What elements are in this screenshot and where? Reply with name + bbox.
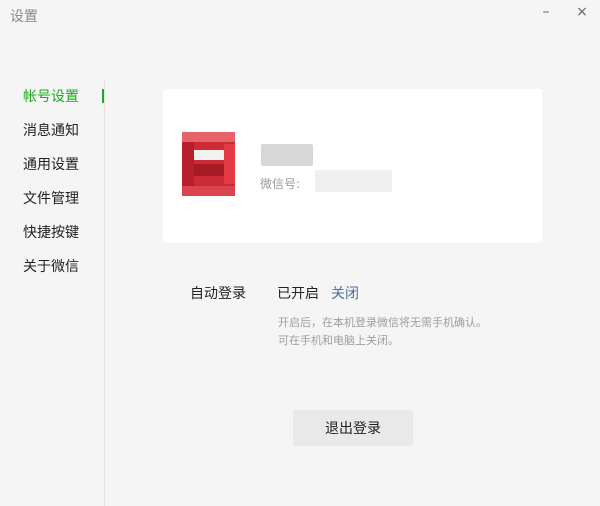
sidebar-item-general[interactable]: 通用设置 bbox=[23, 153, 79, 177]
auto-login-description: 开启后，在本机登录微信将无需手机确认。 可在手机和电脑上关闭。 bbox=[278, 314, 538, 350]
wechat-id-label: 微信号: bbox=[260, 177, 301, 191]
account-card: 微信号: bbox=[163, 89, 542, 243]
logout-button[interactable]: 退出登录 bbox=[293, 410, 413, 446]
sidebar-item-account[interactable]: 帐号设置 bbox=[23, 85, 79, 109]
close-button[interactable]: × bbox=[572, 2, 592, 22]
auto-login-status: 已开启 bbox=[277, 286, 319, 302]
avatar-blur-block bbox=[182, 142, 194, 186]
auto-login-label: 自动登录 bbox=[190, 286, 246, 302]
avatar[interactable] bbox=[182, 132, 235, 196]
auto-login-close-link[interactable]: 关闭 bbox=[331, 283, 359, 303]
avatar-blur-block bbox=[194, 164, 224, 176]
avatar-blur-block bbox=[194, 150, 224, 160]
wechat-id-blurred bbox=[315, 170, 392, 192]
window-title: 设置 bbox=[10, 9, 38, 25]
nickname-blurred bbox=[261, 144, 313, 166]
minimize-button[interactable]: – bbox=[536, 2, 556, 22]
sidebar-item-about[interactable]: 关于微信 bbox=[23, 255, 79, 279]
sidebar-active-marker bbox=[102, 89, 104, 103]
auto-login-description-line: 开启后，在本机登录微信将无需手机确认。 bbox=[278, 316, 487, 329]
sidebar-divider bbox=[104, 80, 105, 506]
sidebar bbox=[0, 80, 105, 506]
sidebar-item-files[interactable]: 文件管理 bbox=[23, 187, 79, 211]
avatar-blur-block bbox=[182, 132, 235, 142]
avatar-blur-block bbox=[182, 186, 235, 196]
sidebar-item-shortcuts[interactable]: 快捷按键 bbox=[23, 221, 79, 245]
avatar-blur-block bbox=[224, 144, 235, 184]
auto-login-description-line: 可在手机和电脑上关闭。 bbox=[278, 334, 399, 347]
sidebar-item-notifications[interactable]: 消息通知 bbox=[23, 119, 79, 143]
